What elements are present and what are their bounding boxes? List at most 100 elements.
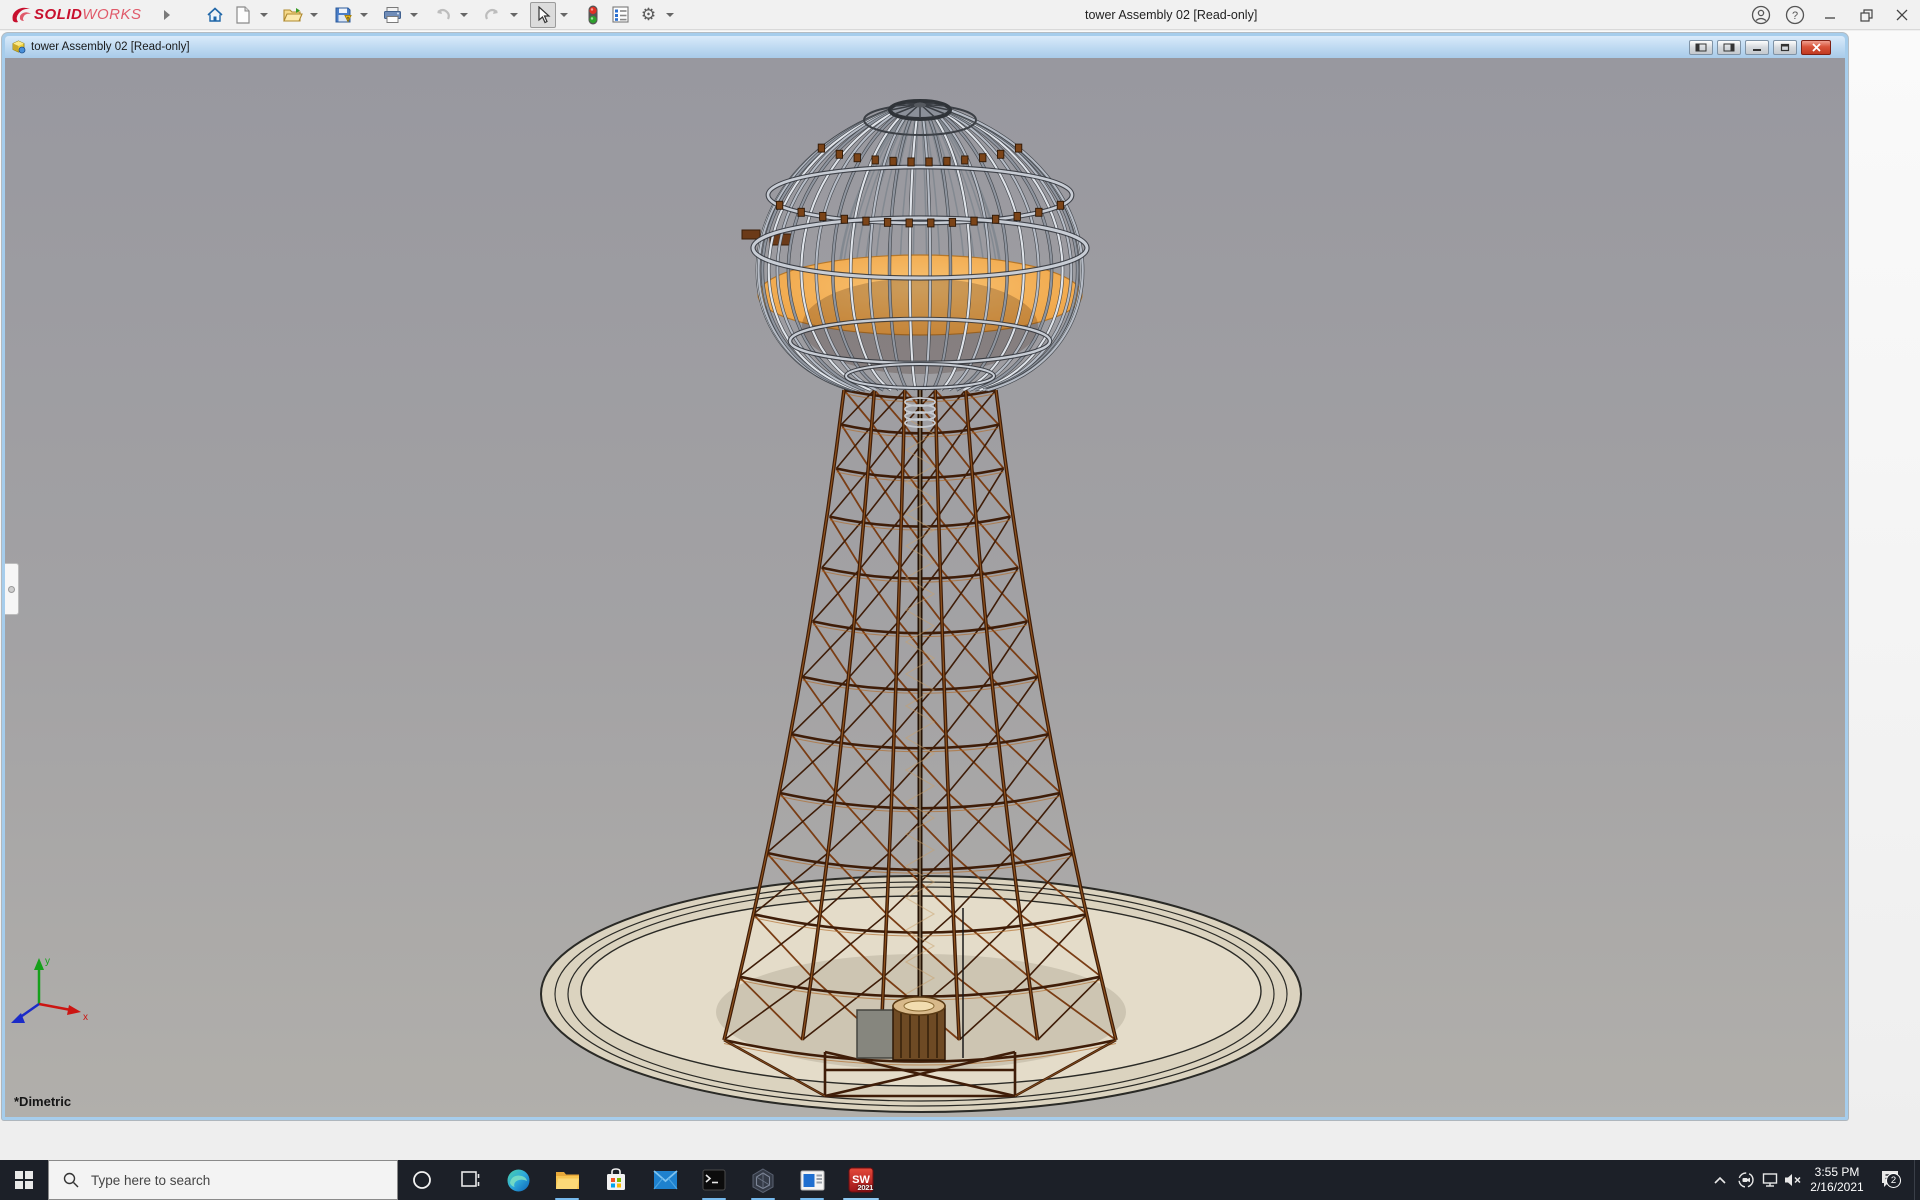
new-document-button[interactable] xyxy=(230,2,256,28)
document-titlebar[interactable]: tower Assembly 02 [Read-only] xyxy=(5,36,1845,58)
windows-logo-icon xyxy=(15,1171,33,1189)
taskbar-search[interactable] xyxy=(48,1160,398,1200)
hexagon-app-icon xyxy=(751,1168,775,1193)
action-center-button[interactable]: 2 xyxy=(1870,1160,1912,1200)
redo-dropdown[interactable] xyxy=(508,2,520,28)
open-folder-icon xyxy=(283,6,303,24)
show-desktop-button[interactable] xyxy=(1914,1160,1920,1200)
save-icon xyxy=(334,6,352,24)
minimize-icon xyxy=(1824,9,1836,21)
options-button[interactable]: ⚙ xyxy=(636,2,662,28)
graphics-viewport[interactable]: xy *Dimetric xyxy=(5,58,1845,1117)
svg-text:x: x xyxy=(83,1012,88,1023)
client-area: tower Assembly 02 [Read-only] xyxy=(0,31,1920,1160)
meet-now-icon xyxy=(1737,1171,1755,1189)
tray-volume[interactable] xyxy=(1780,1160,1805,1200)
window-app-icon xyxy=(800,1170,825,1191)
tray-show-hidden-icons[interactable] xyxy=(1706,1160,1734,1200)
taskbar-app-command-prompt[interactable] xyxy=(690,1160,738,1200)
rebuild-button[interactable] xyxy=(580,2,606,28)
save-dropdown[interactable] xyxy=(358,2,370,28)
select-dropdown[interactable] xyxy=(558,2,570,28)
account-button[interactable] xyxy=(1744,0,1778,30)
file-properties-button[interactable] xyxy=(608,2,634,28)
ds-logo-icon xyxy=(10,6,34,24)
document-window-buttons xyxy=(1689,40,1831,55)
solidworks-application: SOLIDWORKS xyxy=(0,0,1920,1200)
tray-meet-now[interactable] xyxy=(1733,1160,1758,1200)
edge-icon xyxy=(506,1168,531,1193)
brand-expand-arrow-icon[interactable] xyxy=(164,10,170,20)
options-dropdown[interactable] xyxy=(664,2,676,28)
redo-icon xyxy=(483,7,502,23)
pane-toggle-left-button[interactable] xyxy=(1689,40,1713,55)
rebuild-traffic-light-icon xyxy=(587,5,599,25)
save-button[interactable] xyxy=(330,2,356,28)
assembly-document-icon xyxy=(11,40,26,54)
search-icon xyxy=(63,1172,79,1188)
solidworks-year-label: 2021 xyxy=(858,1183,874,1192)
notification-badge: 2 xyxy=(1886,1173,1901,1188)
taskbar-app-solidworks[interactable]: SW 2021 xyxy=(837,1160,885,1200)
search-input[interactable] xyxy=(91,1173,371,1188)
home-button[interactable] xyxy=(202,2,228,28)
task-view-button[interactable] xyxy=(446,1160,494,1200)
pane-tab-handle-icon xyxy=(8,586,15,593)
taskbar-app-window[interactable] xyxy=(788,1160,836,1200)
pane-toggle-left-icon xyxy=(1695,43,1707,52)
select-button[interactable] xyxy=(530,2,556,28)
new-document-icon xyxy=(235,6,251,24)
titlebar-right-controls: ? xyxy=(1744,0,1920,30)
restore-button[interactable] xyxy=(1848,0,1884,30)
solidworks-logo[interactable]: SOLIDWORKS xyxy=(10,6,142,24)
document-minimize-button[interactable] xyxy=(1745,40,1769,55)
document-window: tower Assembly 02 [Read-only] xyxy=(2,33,1848,1120)
taskbar-app-hexagon[interactable] xyxy=(739,1160,787,1200)
brand-text-bold: SOLID xyxy=(34,6,82,23)
undo-button[interactable] xyxy=(430,2,456,28)
tray-network[interactable] xyxy=(1757,1160,1782,1200)
tray-time: 3:55 PM xyxy=(1815,1165,1860,1180)
pane-toggle-right-button[interactable] xyxy=(1717,40,1741,55)
redo-button[interactable] xyxy=(480,2,506,28)
undo-dropdown[interactable] xyxy=(458,2,470,28)
document-minimize-icon xyxy=(1752,43,1762,52)
document-close-button[interactable] xyxy=(1801,40,1831,55)
print-button[interactable] xyxy=(380,2,406,28)
command-prompt-icon xyxy=(702,1169,726,1191)
taskbar-app-file-explorer[interactable] xyxy=(543,1160,591,1200)
open-button[interactable] xyxy=(280,2,306,28)
svg-text:?: ? xyxy=(1792,10,1798,22)
close-icon xyxy=(1896,9,1908,21)
help-button[interactable]: ? xyxy=(1778,0,1812,30)
start-button[interactable] xyxy=(0,1160,48,1200)
taskbar-app-mail[interactable] xyxy=(641,1160,689,1200)
undo-icon xyxy=(433,7,452,23)
tray-clock[interactable]: 3:55 PM 2/16/2021 xyxy=(1806,1160,1868,1200)
minimize-button[interactable] xyxy=(1812,0,1848,30)
cortana-icon xyxy=(411,1169,433,1191)
volume-muted-icon xyxy=(1783,1172,1802,1188)
new-document-dropdown[interactable] xyxy=(258,2,270,28)
viewport-3d-scene[interactable]: xy xyxy=(5,58,1845,1117)
cortana-button[interactable] xyxy=(398,1160,446,1200)
help-icon: ? xyxy=(1785,5,1805,25)
chevron-up-icon xyxy=(1713,1175,1727,1185)
taskbar-app-edge[interactable] xyxy=(494,1160,542,1200)
app-titlebar: SOLIDWORKS xyxy=(0,0,1920,30)
taskbar-app-microsoft-store[interactable] xyxy=(592,1160,640,1200)
svg-text:y: y xyxy=(45,956,50,967)
app-window-title: tower Assembly 02 [Read-only] xyxy=(1085,0,1257,30)
document-restore-icon xyxy=(1780,43,1790,52)
file-properties-icon xyxy=(612,6,629,23)
view-orientation-label: *Dimetric xyxy=(14,1094,71,1109)
document-close-icon xyxy=(1811,43,1822,52)
brand-text-light: WORKS xyxy=(82,6,141,23)
close-button[interactable] xyxy=(1884,0,1920,30)
windows-taskbar: SW 2021 xyxy=(0,1160,1920,1200)
microsoft-store-icon xyxy=(604,1168,628,1192)
document-restore-button[interactable] xyxy=(1773,40,1797,55)
print-dropdown[interactable] xyxy=(408,2,420,28)
featuremanager-collapsed-tab[interactable] xyxy=(5,563,19,615)
open-dropdown[interactable] xyxy=(308,2,320,28)
